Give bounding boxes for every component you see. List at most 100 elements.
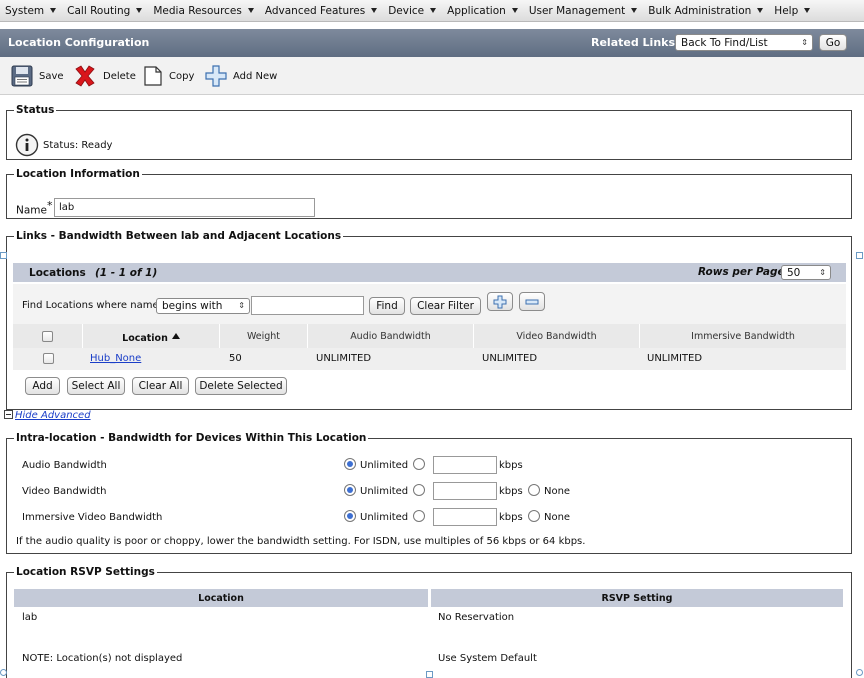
video-bandwidth-label: Video Bandwidth [22, 486, 107, 497]
location-link[interactable]: Hub_None [90, 353, 141, 364]
menu-help[interactable]: Help [774, 4, 811, 17]
resize-handle[interactable] [426, 671, 433, 678]
menu-label: System [5, 4, 45, 17]
video-kbps-radio[interactable] [413, 484, 425, 496]
chevron-down-icon [804, 8, 811, 13]
menu-device[interactable]: Device [388, 4, 437, 17]
menu-label: Advanced Features [264, 4, 366, 17]
audio-kbps-input[interactable] [433, 456, 497, 474]
links-bandwidth-legend: Links - Bandwidth Between lab and Adjace… [16, 230, 342, 242]
status-text: Status: Ready [43, 140, 113, 151]
add-new-label: Add New [233, 70, 278, 82]
column-header-weight[interactable]: Weight [220, 324, 308, 348]
bandwidth-help-note: If the audio quality is poor or choppy, … [16, 536, 586, 547]
menu-label: Help [774, 4, 799, 17]
video-none-radio[interactable] [528, 484, 540, 496]
immersive-unlimited-radio[interactable] [344, 510, 356, 522]
save-button[interactable]: Save [11, 63, 64, 89]
rsvp-row-setting[interactable]: No Reservation [438, 612, 514, 623]
select-all-checkbox[interactable] [42, 330, 53, 342]
menu-advanced-features[interactable]: Advanced Features [264, 4, 378, 17]
info-icon [15, 133, 39, 157]
add-button[interactable]: Add [25, 377, 60, 395]
delete-label: Delete [103, 70, 136, 82]
locations-table-count: (1 - 1 of 1) [95, 267, 158, 279]
resize-handle[interactable] [856, 252, 863, 259]
menu-bulk-administration[interactable]: Bulk Administration [648, 4, 764, 17]
menu-label: Bulk Administration [648, 4, 752, 17]
audio-unlimited-label: Unlimited [360, 460, 409, 471]
menu-system[interactable]: System [5, 4, 57, 17]
add-new-button[interactable]: Add New [205, 63, 277, 89]
copy-label: Copy [169, 70, 195, 82]
video-bandwidth-cell: UNLIMITED [482, 353, 538, 364]
find-operator-select[interactable]: begins with ⇕ [156, 298, 250, 314]
find-operator-value: begins with [162, 300, 223, 312]
immersive-kbps-input[interactable] [433, 508, 497, 526]
clear-all-button[interactable]: Clear All [132, 377, 189, 395]
delete-button[interactable]: Delete [73, 63, 136, 89]
find-label: Find Locations where name [22, 300, 159, 311]
video-unlimited-radio[interactable] [344, 484, 356, 496]
immersive-none-radio[interactable] [528, 510, 540, 522]
immersive-kbps-radio[interactable] [413, 510, 425, 522]
row-checkbox[interactable] [43, 353, 54, 364]
clear-filter-button[interactable]: Clear Filter [410, 297, 481, 315]
audio-bandwidth-label: Audio Bandwidth [22, 460, 107, 471]
weight-cell: 50 [229, 353, 242, 364]
chevron-down-icon [631, 8, 638, 13]
resize-handle[interactable] [0, 252, 7, 259]
resize-handle[interactable] [0, 669, 7, 676]
video-kbps-input[interactable] [433, 482, 497, 500]
required-mark: * [46, 199, 53, 212]
collapse-minus-icon[interactable] [4, 410, 13, 419]
status-legend: Status [16, 104, 55, 116]
add-criteria-button[interactable] [487, 292, 513, 311]
status-section: Status Status: Ready [6, 104, 852, 160]
locations-table-title: Locations [29, 267, 86, 279]
name-input[interactable]: lab [54, 198, 315, 217]
name-label-text: Name [16, 204, 47, 217]
find-button[interactable]: Find [369, 297, 405, 315]
page-header: Location Configuration Related Links: Ba… [0, 29, 864, 57]
menu-call-routing[interactable]: Call Routing [67, 5, 143, 17]
chevron-down-icon [757, 8, 764, 13]
intra-location-legend: Intra-location - Bandwidth for Devices W… [16, 432, 367, 444]
go-button[interactable]: Go [819, 34, 847, 51]
column-header-label: Location [122, 333, 168, 344]
location-information-legend: Location Information [16, 168, 140, 180]
immersive-bandwidth-cell: UNLIMITED [647, 353, 703, 364]
sort-ascending-icon [171, 332, 180, 339]
rsvp-column-header-setting: RSVP Setting [431, 589, 843, 607]
column-header-audio-bandwidth[interactable]: Audio Bandwidth [308, 324, 474, 348]
resize-handle[interactable] [856, 669, 863, 676]
location-information-section: Location Information Name* lab [6, 168, 852, 219]
related-links-select[interactable]: Back To Find/List ⇕ [675, 34, 813, 51]
audio-kbps-radio[interactable] [413, 458, 425, 470]
menu-user-management[interactable]: User Management [529, 5, 638, 17]
find-text-input[interactable] [251, 296, 364, 315]
chevron-down-icon [371, 8, 378, 13]
menu-label: Device [388, 4, 425, 17]
rows-per-page-select[interactable]: 50 ⇕ [781, 265, 831, 280]
column-header-video-bandwidth[interactable]: Video Bandwidth [474, 324, 640, 348]
copy-button[interactable]: Copy [143, 63, 194, 89]
rsvp-row-location: NOTE: Location(s) not displayed [22, 653, 183, 664]
immersive-unlimited-label: Unlimited [360, 512, 409, 523]
select-arrows-icon: ⇕ [238, 301, 245, 310]
remove-criteria-button[interactable] [519, 292, 545, 311]
delete-selected-button[interactable]: Delete Selected [195, 377, 287, 395]
audio-unlimited-radio[interactable] [344, 458, 356, 470]
column-header-label: Video Bandwidth [516, 330, 597, 342]
rsvp-column-label: RSVP Setting [601, 592, 673, 604]
column-header-location[interactable]: Location [83, 324, 220, 348]
rsvp-row-setting[interactable]: Use System Default [438, 653, 537, 664]
menu-media-resources[interactable]: Media Resources [153, 5, 254, 17]
main-menu-bar: System Call Routing Media Resources Adva… [0, 0, 864, 22]
video-none-label: None [544, 486, 571, 497]
audio-kbps-unit: kbps [499, 460, 523, 471]
select-all-button[interactable]: Select All [67, 377, 125, 395]
hide-advanced-link[interactable]: Hide Advanced [15, 410, 91, 421]
menu-application[interactable]: Application [447, 5, 518, 17]
column-header-immersive-bandwidth[interactable]: Immersive Bandwidth [640, 324, 846, 348]
